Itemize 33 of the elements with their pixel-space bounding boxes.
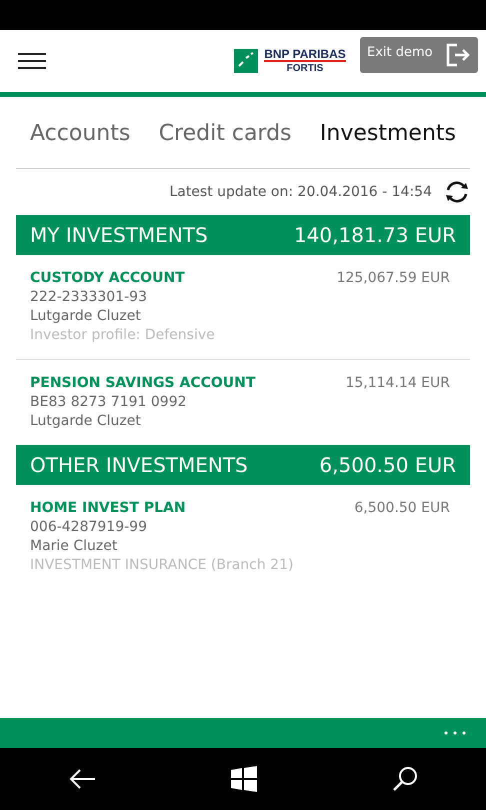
account-amount: 125,067.59 EUR	[336, 269, 450, 288]
windows-icon[interactable]	[230, 766, 257, 792]
exit-icon	[445, 42, 471, 68]
section-title: MY INVESTMENTS	[30, 222, 208, 249]
account-name: CUSTODY ACCOUNT	[30, 269, 186, 288]
section-total: 140,181.73 EUR	[294, 222, 456, 249]
account-amount: 15,114.14 EUR	[345, 374, 450, 393]
account-holder: Marie Cluzet	[30, 537, 118, 556]
tab[interactable]: Accounts	[30, 117, 130, 150]
account-holder: Lutgarde Cluzet	[30, 307, 142, 326]
section-title: OTHER INVESTMENTS	[30, 452, 248, 479]
logo-text: FORTIS	[286, 64, 324, 74]
tab[interactable]: Credit cards	[158, 117, 292, 150]
latest-update-text: Latest update on: 20.04.2016 - 14:54	[169, 182, 432, 202]
logo-icon	[234, 49, 258, 73]
menu-icon[interactable]	[18, 53, 46, 69]
back-icon[interactable]	[68, 768, 96, 790]
refresh-icon[interactable]	[444, 180, 470, 204]
section-total: 6,500.50 EUR	[319, 452, 456, 479]
account-number: BE83 8273 7191 0992	[30, 393, 188, 412]
account-number: 006-4287919-99	[30, 518, 148, 537]
search-icon[interactable]	[392, 766, 418, 792]
account-note: INVESTMENT INSURANCE (Branch 21)	[30, 556, 294, 575]
account-name: HOME INVEST PLAN	[30, 499, 187, 518]
account-holder: Lutgarde Cluzet	[30, 412, 142, 431]
account-number: 222-2333301-93	[30, 288, 148, 307]
more-icon[interactable]	[444, 731, 466, 735]
logo-text: BNP PARIBAS	[264, 48, 346, 62]
exit-demo-button[interactable]: Exit demo	[360, 37, 478, 73]
tab[interactable]: Investments	[320, 117, 456, 150]
account-name: PENSION SAVINGS ACCOUNT	[30, 374, 256, 393]
account-note: Investor profile: Defensive	[30, 326, 215, 345]
account-amount: 6,500.50 EUR	[354, 499, 450, 518]
